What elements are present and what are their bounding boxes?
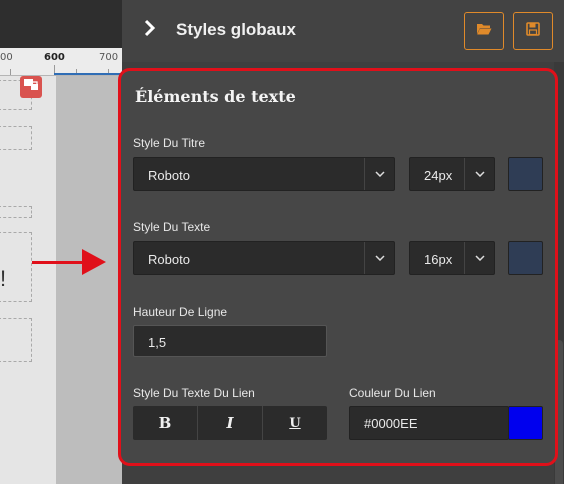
chevron-down-icon — [464, 158, 494, 190]
text-size-value: 16px — [424, 252, 453, 267]
editor-top-bar — [0, 0, 122, 48]
section-title: Éléments de texte — [135, 87, 296, 106]
link-color-swatch[interactable] — [508, 406, 543, 440]
chevron-down-icon — [464, 242, 494, 274]
ruler-label: 700 — [99, 52, 119, 63]
line-height-input[interactable]: 1,5 — [133, 325, 327, 357]
chevron-down-icon — [364, 242, 394, 274]
link-color-label: Couleur Du Lien — [349, 386, 436, 400]
title-font-value: Roboto — [148, 168, 190, 183]
annotation-arrow — [32, 261, 84, 264]
save-button[interactable] — [513, 12, 553, 50]
ruler-label: 600 — [44, 52, 65, 63]
title-size-select[interactable]: 24px — [409, 157, 495, 191]
canvas-gutter — [56, 76, 122, 484]
panel-header: Styles globaux — [122, 0, 564, 62]
text-elements-section: Éléments de texte Style Du Titre Roboto … — [118, 68, 558, 466]
text-font-value: Roboto — [148, 252, 190, 267]
annotation-arrow-head — [82, 249, 106, 275]
editor-canvas-area: 00 600 700 ! — [0, 0, 122, 484]
line-height-value: 1,5 — [148, 335, 167, 350]
title-color-swatch[interactable] — [508, 157, 543, 191]
link-color-value: #0000EE — [364, 416, 418, 431]
canvas-text-fragment: ! — [0, 266, 7, 291]
bold-button[interactable]: B — [133, 406, 198, 440]
link-style-label: Style Du Texte Du Lien — [133, 386, 255, 400]
block-outline[interactable] — [0, 206, 32, 218]
panel-title: Styles globaux — [176, 20, 296, 39]
text-style-label: Style Du Texte — [133, 220, 211, 234]
ruler-label: 00 — [0, 52, 13, 63]
text-font-select[interactable]: Roboto — [133, 241, 395, 275]
block-lock-icon[interactable] — [20, 76, 42, 98]
underline-button[interactable]: U — [263, 406, 327, 440]
open-button[interactable] — [464, 12, 504, 50]
text-size-select[interactable]: 16px — [409, 241, 495, 275]
chevron-right-icon[interactable] — [142, 17, 160, 41]
title-size-value: 24px — [424, 168, 453, 183]
italic-button[interactable]: I — [198, 406, 263, 440]
folder-open-icon — [476, 22, 492, 41]
link-format-toolbar: B I U — [133, 406, 327, 440]
link-color-input[interactable]: #0000EE — [349, 406, 509, 440]
title-font-select[interactable]: Roboto — [133, 157, 395, 191]
title-style-label: Style Du Titre — [133, 136, 206, 150]
chevron-down-icon — [364, 158, 394, 190]
line-height-label: Hauteur De Ligne — [133, 305, 228, 319]
block-outline[interactable] — [0, 318, 32, 362]
text-color-swatch[interactable] — [508, 241, 543, 275]
horizontal-ruler: 00 600 700 — [0, 48, 122, 76]
block-outline[interactable] — [0, 126, 32, 150]
floppy-save-icon — [526, 21, 540, 41]
ruler-selection-indicator — [54, 73, 122, 75]
